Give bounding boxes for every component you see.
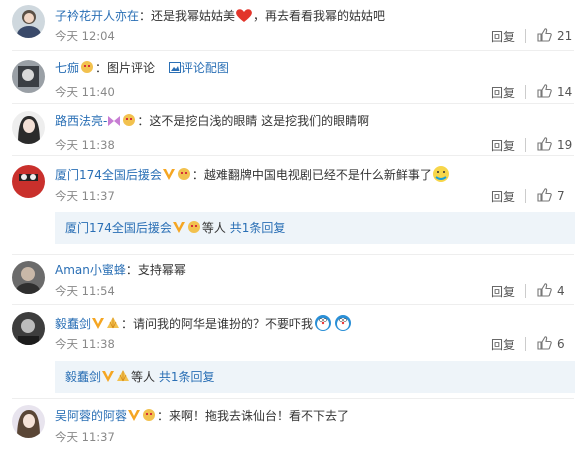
divider — [525, 138, 526, 152]
divider — [12, 50, 574, 51]
timestamp: 今天 11:40 — [55, 85, 115, 99]
doraemon-emoji-icon — [333, 315, 353, 331]
reply-button[interactable]: 回复 — [491, 84, 515, 101]
sub-reply-username[interactable]: 毅蠢剑 — [65, 370, 101, 384]
reply-button[interactable]: 回复 — [491, 336, 515, 353]
like-count: 21 — [557, 29, 573, 43]
avatar[interactable] — [12, 111, 45, 144]
comment-text: ：支持幂幂 — [125, 263, 186, 277]
username[interactable]: 吴阿蓉的阿蓉 — [55, 409, 127, 423]
doraemon-emoji-icon — [313, 315, 333, 331]
avatar[interactable] — [12, 5, 45, 38]
thumbs-up-icon — [537, 84, 552, 98]
sub-reply-box[interactable]: 毅蠢剑 等人 共1条回复 — [55, 361, 575, 393]
divider — [12, 103, 574, 104]
sub-reply-count-link[interactable]: 共1条回复 — [159, 370, 215, 384]
heart-emoji-icon — [235, 9, 253, 23]
reply-button[interactable]: 回复 — [491, 28, 515, 45]
like-button[interactable]: 19 — [537, 137, 572, 152]
image-icon — [168, 61, 181, 75]
divider — [525, 29, 526, 43]
smile-emoji-icon — [432, 166, 450, 182]
username[interactable]: 七痂 — [55, 61, 79, 75]
like-button[interactable]: 21 — [537, 28, 572, 43]
divider — [12, 155, 574, 156]
like-count: 6 — [557, 337, 565, 351]
divider — [525, 189, 526, 203]
comment-text: ：越难翻牌中国电视剧已经不是什么新鲜事了 — [191, 168, 432, 182]
thumbs-up-icon — [537, 28, 552, 42]
divider — [12, 398, 574, 399]
like-button[interactable]: 14 — [537, 84, 572, 99]
like-count: 14 — [557, 85, 573, 99]
username[interactable]: 子衿花开人亦在 — [55, 9, 139, 23]
timestamp: 今天 11:54 — [55, 284, 115, 298]
vip-badge-icon — [79, 60, 95, 78]
like-count: 19 — [557, 138, 573, 152]
avatar[interactable] — [12, 165, 45, 198]
like-button[interactable]: 4 — [537, 283, 565, 298]
comment-text: ：图片评论 — [95, 61, 156, 75]
comment-text: ：还是我幂姑姑美 — [139, 9, 236, 23]
username[interactable]: Aman小蜜蜂 — [55, 263, 126, 277]
divider — [12, 254, 574, 255]
sub-reply-count-link[interactable]: 共1条回复 — [230, 221, 286, 235]
verified-v-icon — [172, 221, 186, 238]
shell-badge-icon — [115, 369, 131, 387]
sub-reply-box[interactable]: 厦门174全国后援会 等人 共1条回复 — [55, 212, 575, 244]
avatar[interactable] — [12, 312, 45, 345]
divider — [525, 337, 526, 351]
bow-badge-icon — [107, 115, 121, 131]
timestamp: 今天 11:37 — [55, 430, 115, 444]
username[interactable]: 毅蠢剑 — [55, 317, 91, 331]
username[interactable]: 厦门174全国后援会 — [55, 168, 162, 182]
comment-text: ：来啊！拖我去诛仙台！看不下去了 — [157, 409, 350, 423]
thumbs-up-icon — [537, 137, 552, 151]
shell-badge-icon — [105, 316, 121, 334]
thumbs-up-icon — [537, 283, 552, 297]
sub-reply-text: 等人 — [131, 370, 156, 384]
like-button[interactable]: 6 — [537, 336, 565, 351]
verified-v-icon — [91, 317, 105, 334]
reply-button[interactable]: 回复 — [491, 188, 515, 205]
vip-badge-icon — [186, 220, 202, 238]
sub-reply-text: 等人 — [201, 221, 226, 235]
timestamp: 今天 12:04 — [55, 29, 115, 43]
like-count: 4 — [557, 284, 565, 298]
view-image-link[interactable]: 评论配图 — [181, 61, 229, 75]
divider — [12, 304, 574, 305]
avatar[interactable] — [12, 405, 45, 438]
vip-badge-icon — [176, 167, 192, 185]
like-button[interactable]: 7 — [537, 188, 565, 203]
comment-text: ，再去看看我幂的姑姑吧 — [253, 9, 386, 23]
thumbs-up-icon — [537, 336, 552, 350]
reply-button[interactable]: 回复 — [491, 283, 515, 300]
verified-v-icon — [101, 370, 115, 387]
timestamp: 今天 11:38 — [55, 337, 115, 351]
timestamp: 今天 11:38 — [55, 138, 115, 152]
timestamp: 今天 11:37 — [55, 189, 115, 203]
avatar[interactable] — [12, 261, 45, 294]
username[interactable]: 路西法亮- — [55, 114, 107, 128]
comment-text: ：请问我的阿华是谁扮的？不要吓我 — [121, 317, 314, 331]
divider — [525, 284, 526, 298]
vip-badge-icon — [121, 113, 137, 131]
verified-v-icon — [162, 168, 176, 185]
divider — [525, 85, 526, 99]
like-count: 7 — [557, 189, 565, 203]
reply-button[interactable]: 回复 — [491, 137, 515, 154]
sub-reply-username[interactable]: 厦门174全国后援会 — [65, 221, 172, 235]
vip-badge-icon — [141, 408, 157, 426]
avatar[interactable] — [12, 60, 45, 93]
thumbs-up-icon — [537, 188, 552, 202]
comment-text: ：这不是挖白浅的眼睛 这是挖我们的眼睛啊 — [137, 114, 370, 128]
verified-v-icon — [127, 409, 141, 426]
